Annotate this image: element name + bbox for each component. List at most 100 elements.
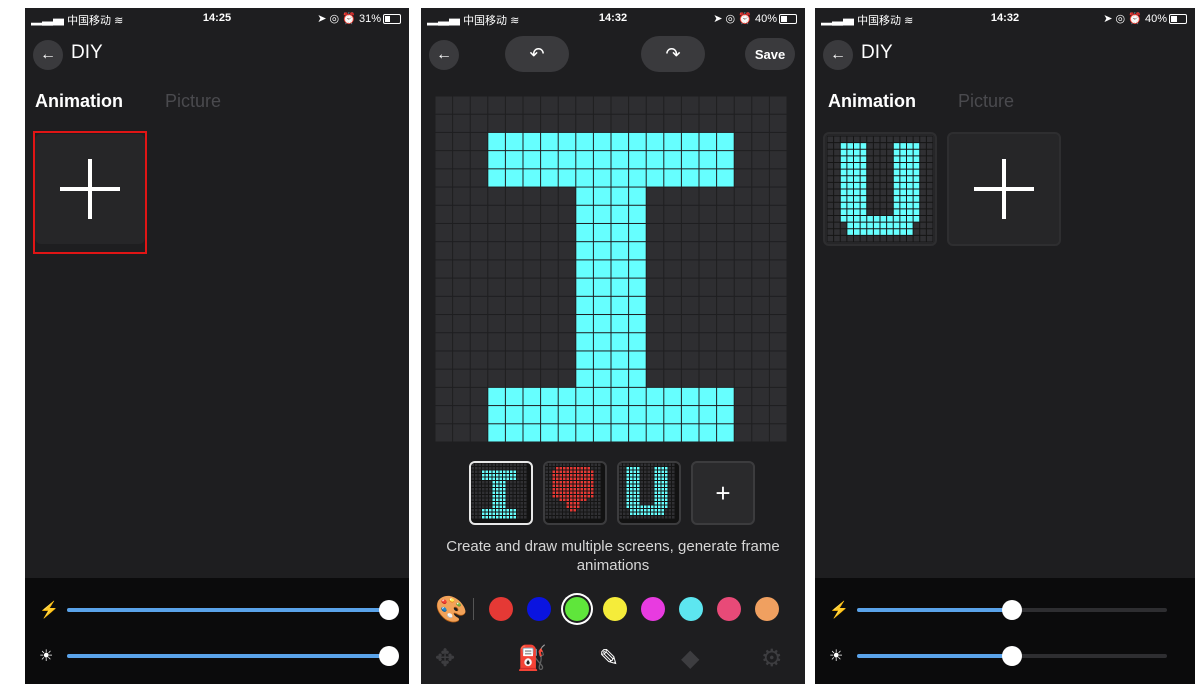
pixel-cell[interactable]: [488, 296, 505, 315]
pixel-cell[interactable]: [523, 242, 541, 260]
pixel-cell[interactable]: [488, 315, 505, 333]
lit-pixel[interactable]: [629, 132, 646, 151]
pixel-cell[interactable]: [488, 333, 505, 351]
lit-pixel[interactable]: [629, 351, 646, 369]
pixel-cell[interactable]: [488, 205, 505, 223]
lit-pixel[interactable]: [681, 387, 699, 406]
tab-picture[interactable]: Picture: [165, 91, 221, 112]
pixel-cell[interactable]: [681, 315, 699, 333]
lit-pixel[interactable]: [505, 151, 523, 169]
pixel-cell[interactable]: [523, 260, 541, 278]
pixel-cell[interactable]: [470, 205, 488, 223]
pixel-cell[interactable]: [664, 96, 681, 114]
pixel-cell[interactable]: [470, 424, 488, 442]
pixel-cell[interactable]: [646, 260, 664, 278]
lit-pixel[interactable]: [629, 333, 646, 351]
lit-pixel[interactable]: [593, 369, 611, 387]
pixel-cell[interactable]: [470, 114, 488, 132]
lit-pixel[interactable]: [699, 132, 717, 151]
lit-pixel[interactable]: [699, 387, 717, 406]
pixel-cell[interactable]: [769, 96, 787, 114]
pixel-cell[interactable]: [769, 278, 787, 296]
lit-pixel[interactable]: [593, 151, 611, 169]
pixel-cell[interactable]: [769, 424, 787, 442]
lit-pixel[interactable]: [629, 315, 646, 333]
lit-pixel[interactable]: [593, 406, 611, 424]
lit-pixel[interactable]: [681, 406, 699, 424]
frame-thumb-letter-u[interactable]: [617, 461, 681, 525]
pixel-cell[interactable]: [734, 169, 752, 187]
pixel-cell[interactable]: [470, 96, 488, 114]
pixel-cell[interactable]: [488, 242, 505, 260]
pixel-cell[interactable]: [488, 187, 505, 205]
pixel-cell[interactable]: [523, 333, 541, 351]
pixel-cell[interactable]: [646, 333, 664, 351]
pixel-cell[interactable]: [558, 205, 576, 223]
lit-pixel[interactable]: [576, 260, 593, 278]
pixel-cell[interactable]: [699, 187, 717, 205]
lit-pixel[interactable]: [717, 169, 734, 187]
pixel-cell[interactable]: [699, 242, 717, 260]
lit-pixel[interactable]: [576, 369, 593, 387]
pixel-cell[interactable]: [541, 260, 558, 278]
pixel-cell[interactable]: [470, 187, 488, 205]
back-button[interactable]: ←: [33, 40, 63, 70]
pixel-cell[interactable]: [769, 296, 787, 315]
pixel-cell[interactable]: [488, 369, 505, 387]
lit-pixel[interactable]: [699, 406, 717, 424]
pixel-cell[interactable]: [734, 96, 752, 114]
brightness-slider[interactable]: ☀: [815, 644, 1195, 668]
lit-pixel[interactable]: [488, 132, 505, 151]
lit-pixel[interactable]: [699, 151, 717, 169]
lit-pixel[interactable]: [629, 406, 646, 424]
pixel-cell[interactable]: [752, 114, 769, 132]
lit-pixel[interactable]: [541, 406, 558, 424]
pixel-cell[interactable]: [470, 169, 488, 187]
pixel-cell[interactable]: [488, 278, 505, 296]
pixel-cell[interactable]: [488, 114, 505, 132]
pixel-cell[interactable]: [453, 406, 470, 424]
pixel-cell[interactable]: [558, 351, 576, 369]
back-button[interactable]: ←: [429, 40, 459, 70]
lit-pixel[interactable]: [558, 406, 576, 424]
lit-pixel[interactable]: [576, 132, 593, 151]
pixel-cell[interactable]: [593, 114, 611, 132]
pixel-cell[interactable]: [453, 424, 470, 442]
pixel-cell[interactable]: [769, 187, 787, 205]
pixel-cell[interactable]: [734, 223, 752, 242]
frame-thumb-heart[interactable]: [543, 461, 607, 525]
pixel-cell[interactable]: [734, 424, 752, 442]
pixel-cell[interactable]: [664, 333, 681, 351]
slider-knob[interactable]: [379, 646, 399, 666]
color-swatch[interactable]: [679, 597, 703, 621]
color-swatch[interactable]: [755, 597, 779, 621]
pixel-cell[interactable]: [523, 223, 541, 242]
tab-picture[interactable]: Picture: [958, 91, 1014, 112]
pixel-cell[interactable]: [664, 114, 681, 132]
lit-pixel[interactable]: [611, 351, 629, 369]
pixel-cell[interactable]: [646, 96, 664, 114]
lit-pixel[interactable]: [629, 223, 646, 242]
pixel-cell[interactable]: [435, 114, 453, 132]
pixel-cell[interactable]: [453, 96, 470, 114]
pixel-cell[interactable]: [664, 296, 681, 315]
pixel-cell[interactable]: [453, 315, 470, 333]
pixel-cell[interactable]: [681, 96, 699, 114]
pixel-cell[interactable]: [752, 96, 769, 114]
lit-pixel[interactable]: [611, 151, 629, 169]
pixel-cell[interactable]: [505, 96, 523, 114]
pixel-cell[interactable]: [699, 333, 717, 351]
lit-pixel[interactable]: [541, 132, 558, 151]
redo-button[interactable]: ↷: [641, 36, 705, 72]
pixel-cell[interactable]: [435, 424, 453, 442]
pixel-cell[interactable]: [752, 406, 769, 424]
pixel-cell[interactable]: [435, 315, 453, 333]
pixel-cell[interactable]: [646, 205, 664, 223]
lit-pixel[interactable]: [611, 278, 629, 296]
pixel-cell[interactable]: [541, 296, 558, 315]
pixel-cell[interactable]: [488, 96, 505, 114]
pixel-cell[interactable]: [752, 369, 769, 387]
lit-pixel[interactable]: [505, 406, 523, 424]
lit-pixel[interactable]: [717, 424, 734, 442]
lit-pixel[interactable]: [593, 187, 611, 205]
